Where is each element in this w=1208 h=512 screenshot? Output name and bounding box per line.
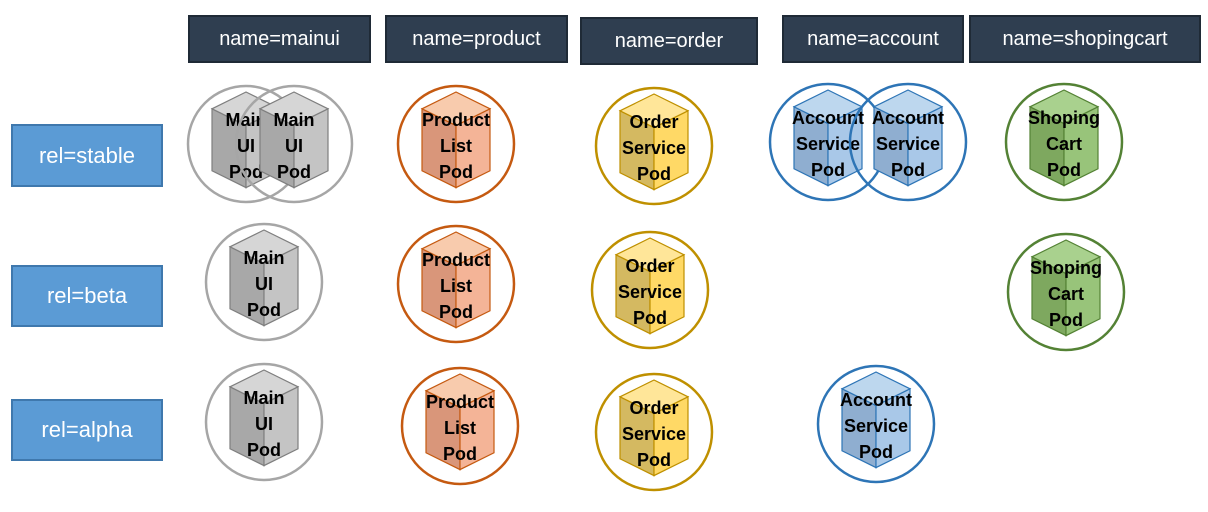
pod-label-line: Product xyxy=(422,250,490,270)
pod-mainui: Main UI Pod xyxy=(204,362,324,482)
pod-cart: Shoping Cart Pod xyxy=(1004,82,1124,202)
pod-label-line: Pod xyxy=(247,300,281,320)
pod-label-line: Cart xyxy=(1046,134,1082,154)
pod-label-line: Order xyxy=(629,112,678,132)
pod-label-line: UI xyxy=(255,414,273,434)
pod-label-line: Pod xyxy=(1047,160,1081,180)
pod-label-line: Pod xyxy=(439,302,473,322)
pod-label-line: Main xyxy=(243,388,284,408)
pod-label-line: Pod xyxy=(277,162,311,182)
pod-label-line: Service xyxy=(844,416,908,436)
pod-label-line: List xyxy=(440,276,472,296)
pod-label-line: Order xyxy=(629,398,678,418)
pod-label-line: Pod xyxy=(229,162,263,182)
pod-label-line: List xyxy=(444,418,476,438)
pod-label-line: Pod xyxy=(633,308,667,328)
pod-label-line: Account xyxy=(840,390,912,410)
pod-label-line: Service xyxy=(622,424,686,444)
pod-label-line: Pod xyxy=(247,440,281,460)
pod-grid: MainUIPodMainUIPodMainUIPodMainUIPodProd… xyxy=(186,82,1126,492)
pod-label-line: Pod xyxy=(859,442,893,462)
pod-order: Order Service Pod xyxy=(594,372,714,492)
pod-label-line: Shoping xyxy=(1028,108,1100,128)
pod-order: Order Service Pod xyxy=(590,230,710,350)
pod-label-line: Main xyxy=(243,248,284,268)
pod-label-line: List xyxy=(440,136,472,156)
pod-cart: Shoping Cart Pod xyxy=(1006,232,1126,352)
pod-account: AccountServicePod xyxy=(768,82,888,202)
pod-label-line: Account xyxy=(872,108,944,128)
pod-label-line: Pod xyxy=(637,450,671,470)
pod-label-line: Main xyxy=(273,110,314,130)
pod-label-line: Cart xyxy=(1048,284,1084,304)
pod-label-line: Pod xyxy=(811,160,845,180)
pod-product: Product List Pod xyxy=(396,224,516,344)
pod-label-line: Service xyxy=(618,282,682,302)
pod-label-line: Shoping xyxy=(1030,258,1102,278)
pod-label-line: Pod xyxy=(891,160,925,180)
pod-label-line: Service xyxy=(876,134,940,154)
pod-account: Account Service Pod xyxy=(816,364,936,484)
pod-product: Product List Pod xyxy=(396,84,516,204)
pod-label-line: Pod xyxy=(443,444,477,464)
pod-label-line: Pod xyxy=(637,164,671,184)
pod-product: Product List Pod xyxy=(400,366,520,486)
pod-label-line: UI xyxy=(237,136,255,156)
pod-label-line: Service xyxy=(622,138,686,158)
pod-order: Order Service Pod xyxy=(594,86,714,206)
pod-label-line: Product xyxy=(422,110,490,130)
pod-account: Account Service Pod xyxy=(848,82,968,202)
pod-label-line: Pod xyxy=(439,162,473,182)
pod-label-line: Pod xyxy=(1049,310,1083,330)
pod-mainui: Main UI Pod xyxy=(204,222,324,342)
pod-label-line: UI xyxy=(285,136,303,156)
pod-label-line: Order xyxy=(625,256,674,276)
pod-label-line: UI xyxy=(255,274,273,294)
pod-label-line: Product xyxy=(426,392,494,412)
